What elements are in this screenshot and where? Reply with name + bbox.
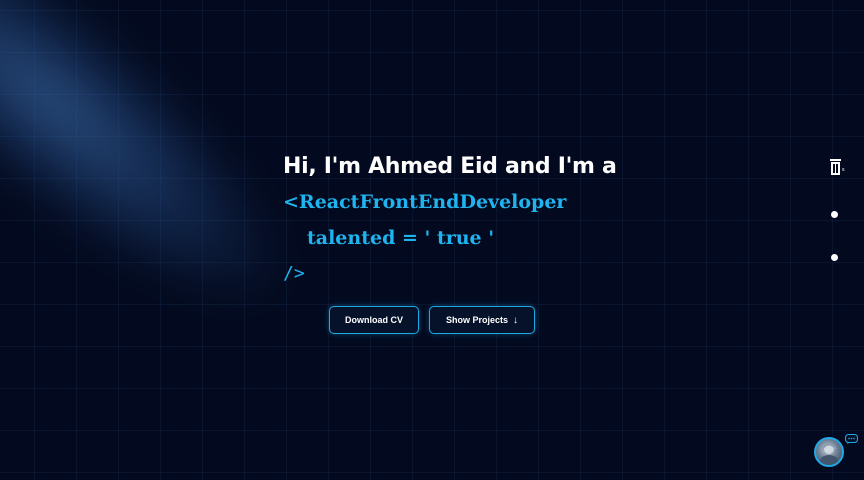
hero-buttons: Download CV Show Projects ↓	[329, 306, 535, 334]
code-close-tag: />	[283, 263, 305, 284]
download-cv-button[interactable]: Download CV	[329, 306, 419, 334]
download-cv-label: Download CV	[345, 315, 403, 325]
nav-dot-1[interactable]	[831, 211, 838, 218]
hero-greeting: Hi, I'm Ahmed Eid and I'm a	[283, 154, 617, 179]
chat-bubble-icon[interactable]	[845, 432, 858, 445]
hero-section: Hi, I'm Ahmed Eid and I'm a <ReactFrontE…	[283, 154, 617, 284]
show-projects-label: Show Projects	[445, 315, 508, 325]
avatar[interactable]	[814, 437, 844, 467]
nav-dot-2[interactable]	[831, 254, 838, 261]
show-projects-button[interactable]: Show Projects ↓	[429, 306, 535, 334]
code-tag-icon[interactable]: s	[828, 156, 845, 181]
code-open-tag: <ReactFrontEndDeveloper	[283, 191, 567, 213]
arrow-down-icon: ↓	[513, 314, 518, 326]
code-prop-line: talented = ' true '	[307, 227, 495, 249]
side-nav: s	[826, 156, 845, 261]
svg-text:s: s	[842, 167, 845, 173]
